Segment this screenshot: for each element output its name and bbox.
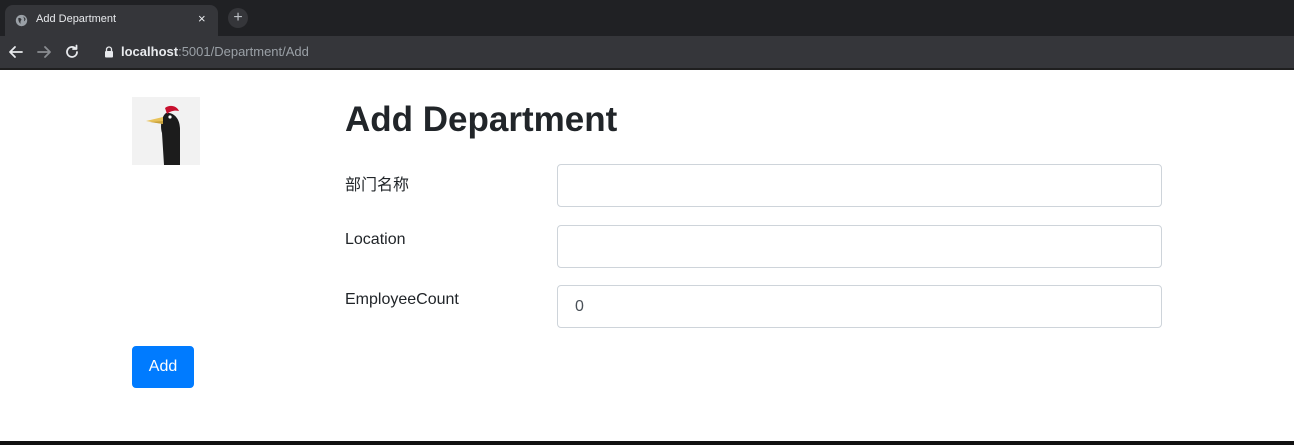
address-bar[interactable]: localhost:5001/Department/Add <box>121 44 309 59</box>
department-name-input[interactable] <box>557 164 1162 207</box>
page-title: Add Department <box>345 100 618 139</box>
new-tab-button[interactable]: + <box>228 8 248 28</box>
location-label: Location <box>345 231 406 248</box>
url-host: localhost <box>121 44 179 59</box>
globe-icon <box>15 14 28 27</box>
woodpecker-logo-icon <box>132 97 200 165</box>
chrome-divider <box>0 68 1294 70</box>
browser-tab-strip: Add Department × + <box>0 0 1294 36</box>
reload-icon[interactable] <box>62 42 82 62</box>
browser-tab-active[interactable]: Add Department × <box>5 5 218 36</box>
tab-title: Add Department <box>36 13 117 25</box>
employee-count-input[interactable] <box>557 285 1162 328</box>
forward-arrow-icon[interactable] <box>34 42 54 62</box>
tab-close-icon[interactable]: × <box>198 11 206 27</box>
department-name-label: 部门名称 <box>345 177 410 194</box>
window-bottom-border <box>0 441 1294 445</box>
browser-toolbar: localhost:5001/Department/Add <box>0 36 1294 68</box>
location-input[interactable] <box>557 225 1162 268</box>
lock-icon[interactable] <box>104 46 114 58</box>
url-path: :5001/Department/Add <box>178 44 309 59</box>
employee-count-label: EmployeeCount <box>345 291 459 308</box>
add-button[interactable]: Add <box>132 346 194 388</box>
back-arrow-icon[interactable] <box>6 42 26 62</box>
